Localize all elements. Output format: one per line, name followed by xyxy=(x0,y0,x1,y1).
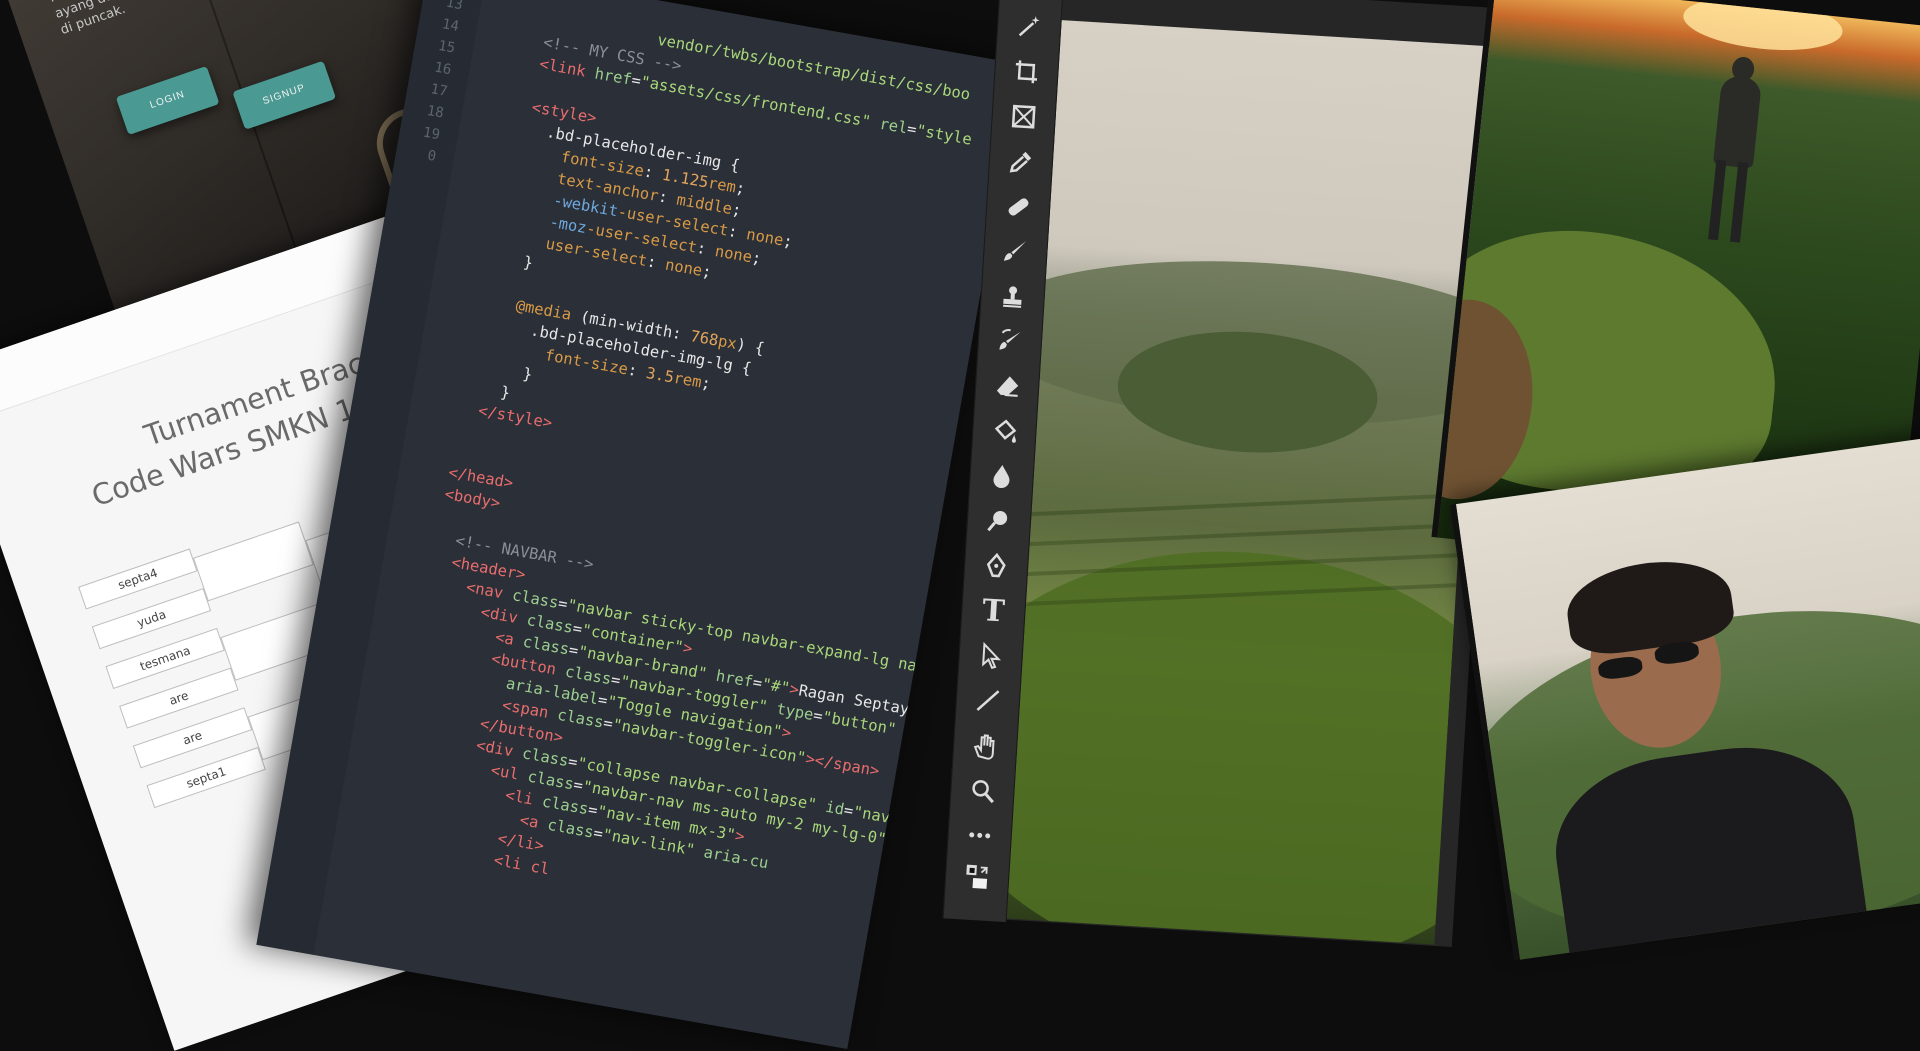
code-token: none xyxy=(663,255,704,280)
code-token: ; xyxy=(734,178,747,199)
hand-icon[interactable] xyxy=(964,724,1006,766)
terrace-row xyxy=(1009,522,1489,547)
hero-subtitle: lomba/turnamen yang diminati atau lomba/… xyxy=(48,0,289,38)
dodge-icon[interactable] xyxy=(978,500,1020,542)
swap-colors-icon[interactable] xyxy=(956,855,998,897)
frame-icon[interactable] xyxy=(1003,96,1045,138)
stamp-icon[interactable] xyxy=(992,275,1034,317)
code-token: data-b xyxy=(894,720,962,750)
magic-wand-icon[interactable] xyxy=(1008,6,1050,48)
more-icon[interactable] xyxy=(959,814,1001,856)
code-token: id xyxy=(814,796,846,819)
zoom-icon[interactable] xyxy=(961,769,1003,811)
person-leg xyxy=(1708,159,1727,241)
crop-icon[interactable] xyxy=(1005,51,1047,93)
signup-button[interactable]: SIGNUP xyxy=(232,60,337,130)
portrait-photo[interactable] xyxy=(1450,434,1920,961)
bracket-connector xyxy=(192,521,314,602)
code-token: rem xyxy=(706,173,738,197)
person-silhouette xyxy=(1712,74,1763,169)
code-token: 3.5 xyxy=(644,363,676,387)
page-fold-shadow xyxy=(139,0,311,290)
person-leg xyxy=(1729,161,1749,243)
code-token: ; xyxy=(699,373,713,394)
selection-arrow-icon[interactable] xyxy=(970,635,1012,677)
paint-bucket-icon[interactable] xyxy=(983,410,1025,452)
sun-glow xyxy=(1680,0,1846,57)
terrace-row xyxy=(1010,492,1490,518)
pen-icon[interactable] xyxy=(975,545,1017,587)
code-token: rem xyxy=(672,368,703,392)
type-icon[interactable]: T xyxy=(972,590,1014,632)
eyedropper-icon[interactable] xyxy=(1000,140,1042,182)
eraser-icon[interactable] xyxy=(986,365,1028,407)
code-token: href xyxy=(593,64,634,89)
code-token: "#" xyxy=(760,674,792,698)
code-token: 768 xyxy=(689,327,720,350)
blur-drop-icon[interactable] xyxy=(981,455,1023,497)
history-brush-icon[interactable] xyxy=(989,320,1031,362)
tea-plantation-photo[interactable] xyxy=(1005,20,1490,945)
code-token: ; xyxy=(750,248,763,268)
code-token: > xyxy=(780,722,793,743)
code-token: > xyxy=(681,638,694,658)
bandage-icon[interactable] xyxy=(997,185,1039,227)
brush-icon[interactable] xyxy=(994,230,1036,272)
type-tool-glyph: T xyxy=(981,592,1006,629)
code-token: ) { xyxy=(735,335,766,358)
code-token: ; xyxy=(730,200,743,220)
code-token: > xyxy=(733,826,747,846)
line-number: 0 xyxy=(426,147,438,165)
code-token: ; xyxy=(781,231,795,252)
code-token: ; xyxy=(700,262,713,282)
line-icon[interactable] xyxy=(967,679,1009,721)
login-button[interactable]: LOGIN xyxy=(115,65,220,136)
code-token: rel xyxy=(868,113,909,138)
code-token: none xyxy=(713,242,754,267)
